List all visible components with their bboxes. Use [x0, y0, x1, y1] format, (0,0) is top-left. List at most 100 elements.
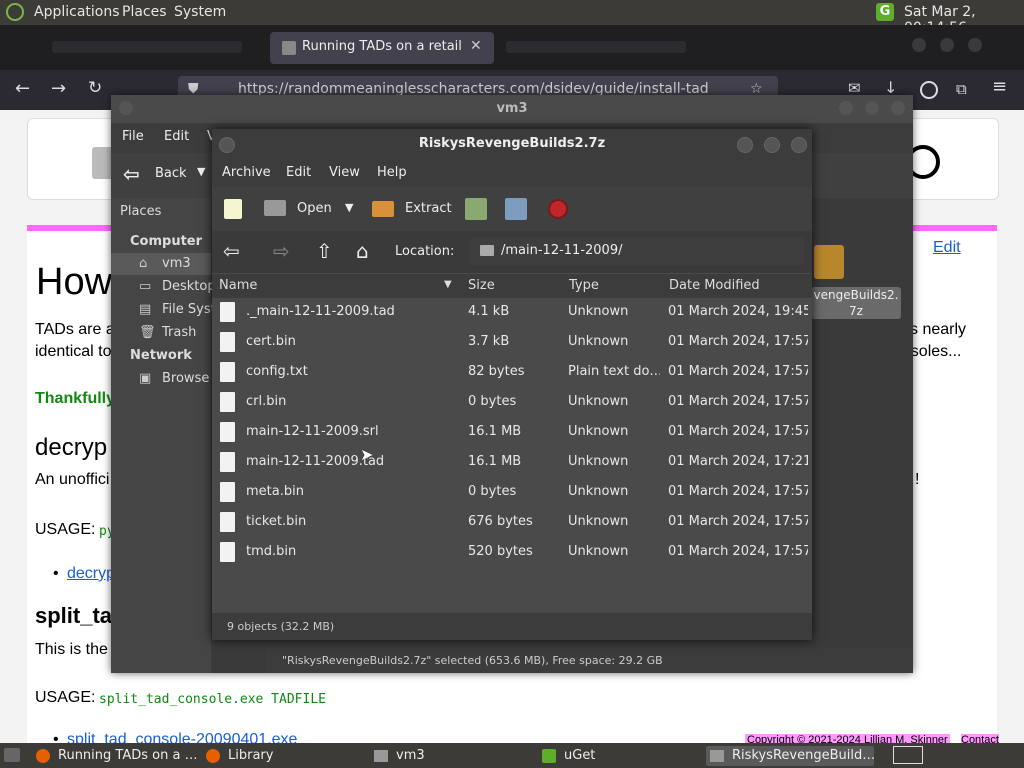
tab-close-icon[interactable]: ✕	[470, 38, 482, 54]
applications-menu[interactable]: Applications	[34, 4, 120, 20]
add-files-icon[interactable]	[465, 198, 487, 220]
window-close-icon[interactable]	[968, 38, 982, 52]
workspace-switcher[interactable]	[893, 746, 923, 764]
thankfully-text: Thankfully	[35, 390, 116, 407]
account-icon[interactable]	[920, 81, 938, 99]
tab-inactive-1[interactable]	[52, 41, 242, 53]
sidebar-item-vm3-label: vm3	[162, 256, 191, 271]
forward-arrow-icon[interactable]: →	[51, 78, 66, 99]
archive-titlebar[interactable]: RiskysRevengeBuilds2.7z	[212, 129, 812, 159]
close-button[interactable]	[791, 137, 807, 153]
menu-icon[interactable]: ≡	[992, 76, 1007, 97]
add-folder-icon[interactable]	[505, 198, 527, 220]
file-icon	[220, 422, 235, 442]
file-manager-titlebar[interactable]: vm3	[111, 95, 913, 123]
gnome-foot-icon[interactable]	[6, 3, 24, 21]
minimize-button[interactable]	[839, 101, 853, 115]
taskbar-item-label: Running TADs on a …	[58, 748, 196, 763]
show-desktop-icon[interactable]	[4, 748, 20, 762]
archive-file-icon[interactable]	[814, 245, 844, 279]
location-field[interactable]: /main-12-11-2009/	[470, 237, 804, 265]
menu-edit[interactable]: Edit	[164, 129, 189, 144]
archive-statusbar: 9 objects (32.2 MB)	[212, 613, 812, 640]
menu-edit[interactable]: Edit	[286, 165, 311, 180]
extensions-icon[interactable]: ⧉	[956, 80, 967, 98]
menu-help[interactable]: Help	[377, 165, 407, 180]
uget-tray-icon[interactable]: G	[876, 3, 894, 21]
window-menu-icon[interactable]	[219, 137, 235, 153]
column-date[interactable]: Date Modified	[669, 278, 760, 293]
window-minimize-icon[interactable]	[912, 38, 926, 52]
column-size[interactable]: Size	[468, 278, 495, 293]
places-menu[interactable]: Places	[122, 4, 167, 20]
table-row[interactable]: tmd.bin 520 bytes Unknown 01 March 2024,…	[212, 538, 812, 568]
desktop-icon: ▭	[139, 279, 152, 294]
table-row[interactable]: main-12-11-2009.srl 16.1 MB Unknown 01 M…	[212, 418, 812, 448]
new-archive-icon[interactable]	[224, 199, 242, 219]
menu-file[interactable]: File	[122, 129, 144, 144]
menu-view[interactable]: View	[329, 165, 360, 180]
tab-inactive-2[interactable]	[506, 41, 686, 53]
minimize-button[interactable]	[737, 137, 753, 153]
sidebar-item-vm3[interactable]	[111, 253, 211, 275]
table-row[interactable]: main-12-11-2009.tad 16.1 MB Unknown 01 M…	[212, 448, 812, 478]
file-type: Unknown	[568, 484, 629, 499]
stop-icon[interactable]	[548, 199, 568, 219]
archive-toolbar: Open ▼ Extract	[212, 187, 812, 231]
home-folder-icon: ⌂	[139, 256, 148, 271]
places-dropdown[interactable]: Places	[120, 204, 161, 219]
open-button[interactable]: Open	[297, 201, 332, 216]
back-arrow-icon[interactable]: ←	[15, 78, 30, 99]
taskbar-item-uget[interactable]: uGet	[542, 746, 702, 766]
system-menu[interactable]: System	[174, 4, 226, 20]
taskbar: Running TADs on a … Library vm3 uGet Ris…	[0, 743, 1024, 768]
maximize-button[interactable]	[764, 137, 780, 153]
window-maximize-icon[interactable]	[940, 38, 954, 52]
back-icon[interactable]: ⇦	[223, 239, 240, 263]
open-icon[interactable]	[264, 200, 286, 216]
file-date: 01 March 2024, 19:45	[668, 304, 808, 319]
sidebar-item-trash[interactable]: Trash	[162, 325, 196, 340]
file-name: config.txt	[246, 364, 308, 379]
table-row[interactable]: ._main-12-11-2009.tad 4.1 kB Unknown 01 …	[212, 298, 812, 328]
file-size: 16.1 MB	[468, 424, 522, 439]
table-row[interactable]: config.txt 82 bytes Plain text do… 01 Ma…	[212, 358, 812, 388]
edit-link[interactable]: Edit	[933, 239, 961, 257]
column-type[interactable]: Type	[569, 278, 599, 293]
back-icon[interactable]: ⇦	[123, 162, 140, 186]
home-icon[interactable]: ⌂	[356, 239, 369, 263]
file-size: 0 bytes	[468, 394, 517, 409]
taskbar-item-archive[interactable]: RiskysRevengeBuild…	[706, 746, 874, 766]
sidebar-item-filesystem[interactable]: File Syst	[162, 302, 216, 317]
back-dropdown-icon[interactable]: ▼	[197, 165, 205, 178]
table-row[interactable]: crl.bin 0 bytes Unknown 01 March 2024, 1…	[212, 388, 812, 418]
table-row[interactable]: meta.bin 0 bytes Unknown 01 March 2024, …	[212, 478, 812, 508]
decrypt-link[interactable]: decryp	[67, 565, 115, 583]
tab-active[interactable]: Running TADs on a retail DS ✕	[270, 32, 494, 64]
taskbar-item-vm3[interactable]: vm3	[374, 746, 534, 766]
sidebar-item-desktop[interactable]: Desktop	[162, 279, 216, 294]
table-row[interactable]: cert.bin 3.7 kB Unknown 01 March 2024, 1…	[212, 328, 812, 358]
selected-archive-label[interactable]: vengeBuilds2. 7z	[811, 287, 901, 319]
column-name[interactable]: Name	[219, 278, 257, 293]
reload-icon[interactable]: ↻	[88, 78, 102, 98]
extract-button[interactable]: Extract	[405, 201, 452, 216]
open-dropdown-icon[interactable]: ▼	[345, 201, 353, 214]
close-button[interactable]	[891, 101, 905, 115]
sidebar-item-browse-network[interactable]: Browse	[162, 371, 209, 386]
forward-icon[interactable]: ⇨	[273, 239, 290, 263]
taskbar-item-browser[interactable]: Running TADs on a …	[36, 746, 196, 766]
back-button[interactable]: Back	[155, 166, 187, 181]
sort-descending-icon[interactable]: ▼	[444, 279, 452, 290]
up-icon[interactable]: ⇧	[316, 239, 333, 263]
taskbar-item-label: RiskysRevengeBuild…	[732, 748, 874, 763]
maximize-button[interactable]	[865, 101, 879, 115]
taskbar-item-library[interactable]: Library	[206, 746, 366, 766]
extract-icon[interactable]	[372, 201, 394, 217]
file-size: 4.1 kB	[468, 304, 510, 319]
table-row[interactable]: ticket.bin 676 bytes Unknown 01 March 20…	[212, 508, 812, 538]
drive-icon: ▤	[139, 302, 152, 317]
window-menu-icon[interactable]	[119, 101, 133, 115]
top-panel: Applications Places System G Sat Mar 2, …	[0, 0, 1024, 36]
menu-archive[interactable]: Archive	[222, 165, 271, 180]
